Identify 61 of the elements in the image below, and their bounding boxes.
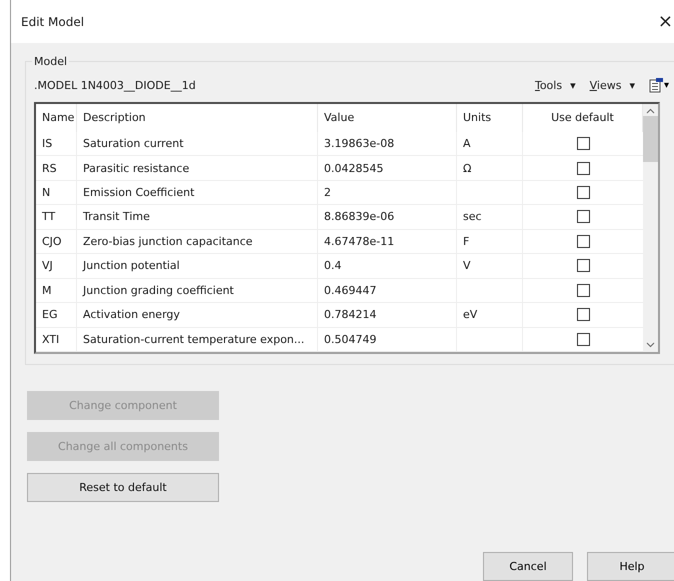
table-cell: M <box>36 278 77 302</box>
model-name: .MODEL 1N4003__DIODE__1d <box>34 78 197 92</box>
table-cell: EG <box>36 303 77 327</box>
table-cell: IS <box>36 132 77 156</box>
checkbox[interactable] <box>576 186 590 200</box>
scroll-up-icon[interactable] <box>646 108 655 114</box>
table-cell: Parasitic resistance <box>77 156 318 180</box>
scroll-thumb[interactable] <box>643 116 658 162</box>
checkbox[interactable] <box>576 259 590 272</box>
table-cell: A <box>457 132 523 156</box>
column-header[interactable]: Value <box>318 104 457 132</box>
column-header[interactable]: Name <box>36 104 77 132</box>
table-cell: VJ <box>36 254 77 278</box>
dialog-button[interactable]: Cancel <box>483 552 573 581</box>
clipboard-icon <box>649 78 663 92</box>
table-cell: 0.469447 <box>318 278 457 302</box>
group-title: Model <box>33 55 68 68</box>
dialog-button[interactable]: Help <box>587 552 674 581</box>
table-cell: Saturation current <box>77 132 318 156</box>
column-header[interactable]: Description <box>77 104 318 132</box>
table-cell: XTI <box>36 328 77 352</box>
checkbox[interactable] <box>576 137 590 150</box>
checkbox[interactable] <box>576 284 590 297</box>
table-cell: 0.504749 <box>318 328 457 352</box>
menu-button[interactable]: Tools ▾ <box>534 78 576 92</box>
action-button[interactable]: Reset to default <box>27 473 219 502</box>
table-cell: Zero-bias junction capacitance <box>77 230 318 254</box>
close-button[interactable]: × <box>658 11 673 32</box>
menu-button[interactable]: Views ▾ <box>590 78 635 92</box>
table-cell: sec <box>457 205 523 229</box>
table-cell: eV <box>457 303 523 327</box>
scroll-down-icon[interactable] <box>646 342 655 348</box>
table-cell: CJO <box>36 230 77 254</box>
checkbox[interactable] <box>576 162 590 175</box>
table-cell: 4.67478e-11 <box>318 230 457 254</box>
properties-menu-button[interactable]: ▾ <box>649 78 669 92</box>
table-cell: TT <box>36 205 77 229</box>
scroll-bar[interactable] <box>643 104 658 352</box>
table-cell: Saturation-current temperature expon... <box>77 328 318 352</box>
checkbox[interactable] <box>576 234 590 248</box>
checkbox[interactable] <box>576 308 590 322</box>
table-cell: Transit Time <box>77 205 318 229</box>
table-cell: 3.19863e-08 <box>318 132 457 156</box>
table-cell: 0.0428545 <box>318 156 457 180</box>
column-header[interactable]: Units <box>457 104 523 132</box>
checkbox[interactable] <box>576 332 590 346</box>
table-cell: V <box>457 254 523 278</box>
table-cell: Activation energy <box>77 303 318 327</box>
table-cell: RS <box>36 156 77 180</box>
table-cell: N <box>36 180 77 204</box>
table-cell: Emission Coefficient <box>77 180 318 204</box>
table-cell: 0.784214 <box>318 303 457 327</box>
checkbox[interactable] <box>576 210 590 224</box>
table-cell: Junction grading coefficient <box>77 278 318 302</box>
table-cell: Ω <box>457 156 523 180</box>
window-title: Edit Model <box>21 14 84 28</box>
table-cell: Junction potential <box>77 254 318 278</box>
table-cell: 0.4 <box>318 254 457 278</box>
table-cell: 8.86839e-06 <box>318 205 457 229</box>
table-cell: F <box>457 230 523 254</box>
table-cell: 2 <box>318 180 457 204</box>
